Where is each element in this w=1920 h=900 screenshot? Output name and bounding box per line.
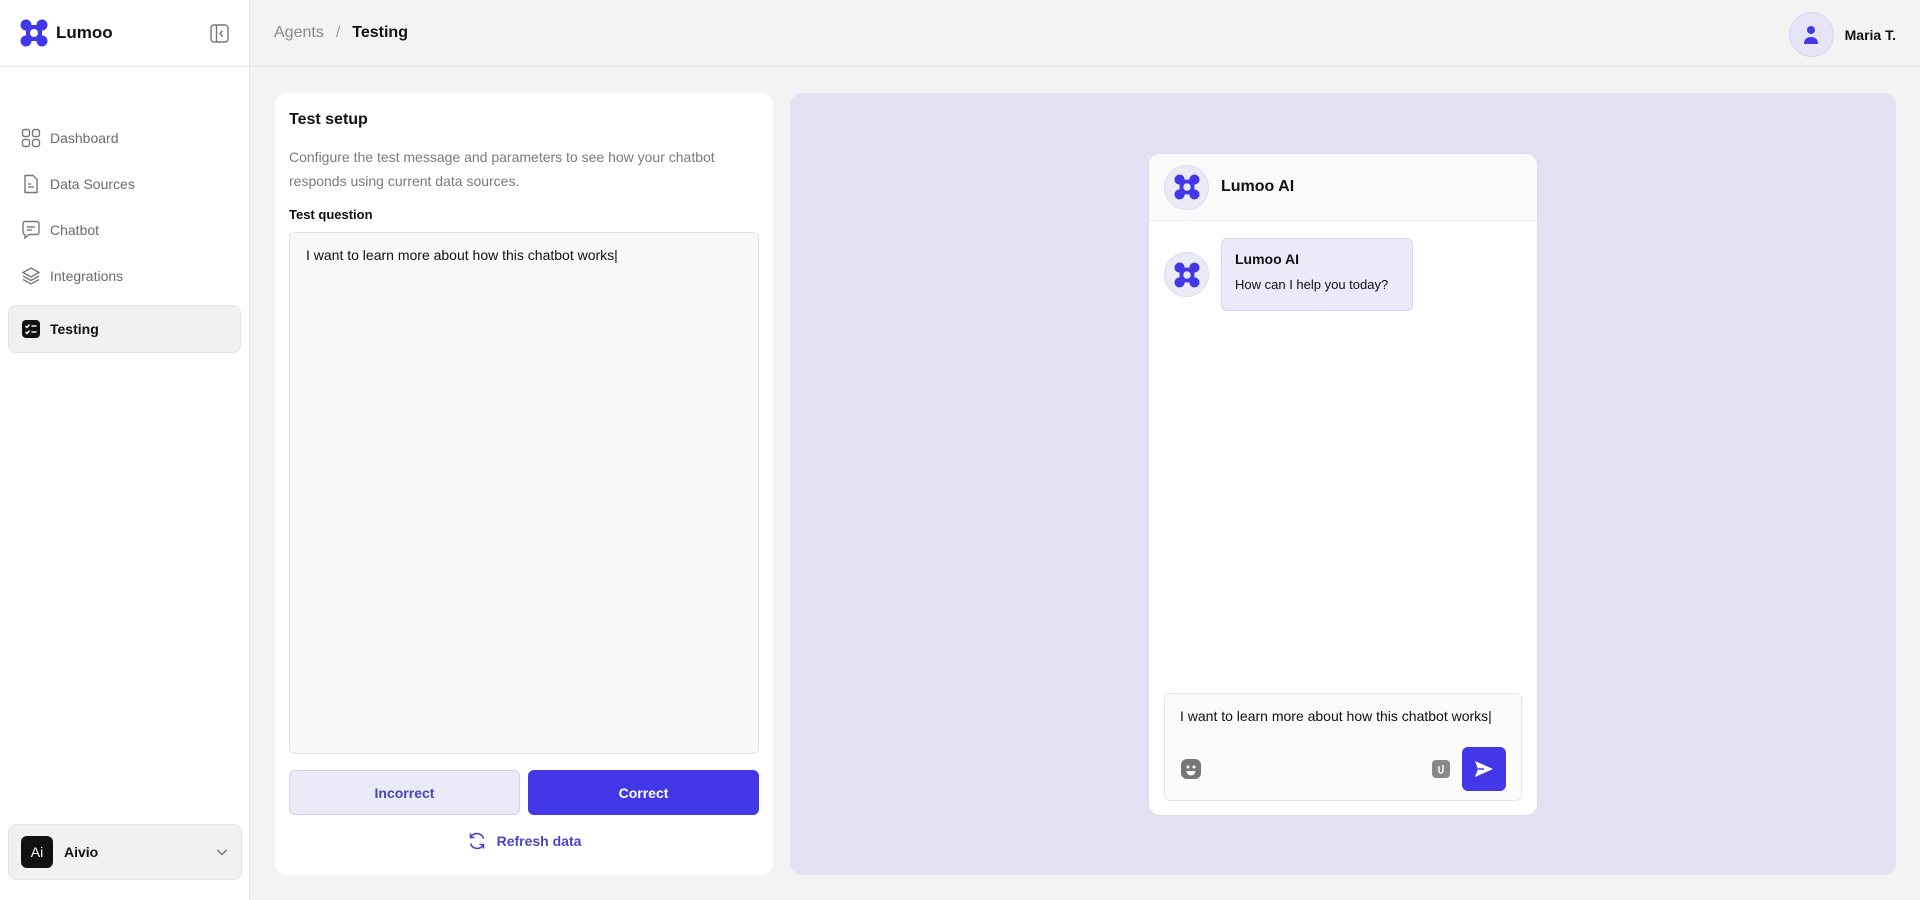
chat-header: Lumoo AI: [1149, 154, 1537, 221]
user-name: Maria T.: [1844, 26, 1896, 43]
message-bubble: Lumoo AI How can I help you today?: [1221, 238, 1413, 311]
sidebar-item-testing[interactable]: Testing: [8, 305, 241, 353]
chat-message-input[interactable]: I want to learn more about how this chat…: [1180, 708, 1506, 724]
workspace-name: Aivio: [64, 844, 99, 860]
user-menu[interactable]: Maria T.: [1788, 12, 1896, 57]
sidebar-item-label: Integrations: [50, 268, 124, 284]
testing-icon: [21, 319, 41, 339]
refresh-data-label: Refresh data: [496, 833, 582, 849]
chat-title: Lumoo AI: [1221, 178, 1295, 195]
chevron-down-icon: [215, 845, 229, 859]
brand: Lumoo: [0, 0, 249, 67]
setup-description: Configure the test message and parameter…: [289, 149, 715, 189]
sidebar-item-dashboard[interactable]: Dashboard: [8, 115, 241, 161]
sidebar-item-integrations[interactable]: Integrations: [8, 253, 241, 299]
chat-preview-area: Lumoo AI Lumoo AI How can I help you tod…: [790, 93, 1896, 875]
message-sender: Lumoo AI: [1235, 251, 1300, 267]
breadcrumb-parent[interactable]: Agents: [274, 24, 324, 42]
bot-avatar: [1164, 164, 1209, 210]
chat-widget: Lumoo AI Lumoo AI How can I help you tod…: [1148, 153, 1538, 816]
sidebar-item-chatbot[interactable]: Chatbot: [8, 207, 241, 253]
dashboard-icon: [21, 128, 41, 148]
brand-name: Lumoo: [56, 23, 113, 42]
test-question-input[interactable]: I want to learn more about how this chat…: [289, 232, 759, 754]
answer-actions: Incorrect Correct: [289, 770, 759, 815]
lumoo-logo-icon: [1173, 174, 1200, 200]
attachment-icon[interactable]: [1431, 759, 1451, 779]
emoji-icon[interactable]: [1180, 758, 1202, 780]
message-text: How can I help you today?: [1235, 277, 1389, 292]
refresh-data-button[interactable]: Refresh data: [289, 831, 759, 851]
workspace-avatar: Ai: [21, 836, 53, 868]
correct-button[interactable]: Correct: [528, 770, 759, 815]
sidebar-item-label: Dashboard: [50, 130, 119, 146]
sidebar-item-label: Data Sources: [50, 176, 135, 192]
sidebar: Lumoo Dashboard Data Sources Chatbot Int…: [0, 0, 250, 900]
workspace-switcher[interactable]: Ai Aivio: [8, 824, 242, 880]
breadcrumb-separator: /: [335, 24, 341, 41]
layers-icon: [21, 266, 41, 286]
sidebar-item-label: Testing: [50, 321, 99, 337]
avatar: [1788, 12, 1834, 57]
test-setup-panel: Test setup Configure the test message an…: [275, 93, 773, 875]
bot-avatar: [1164, 252, 1209, 297]
chat-composer[interactable]: I want to learn more about how this chat…: [1164, 693, 1522, 801]
sidebar-nav: Dashboard Data Sources Chatbot Integrati…: [0, 67, 249, 353]
test-question-label: Test question: [289, 207, 373, 222]
chat-message: Lumoo AI How can I help you today?: [1164, 238, 1413, 311]
user-icon: [1804, 25, 1819, 44]
lumoo-logo-icon: [20, 19, 48, 47]
sidebar-item-data-sources[interactable]: Data Sources: [8, 161, 241, 207]
refresh-icon: [469, 832, 484, 850]
lumoo-logo-icon: [1173, 261, 1200, 288]
collapse-sidebar-button[interactable]: [210, 24, 229, 43]
sidebar-item-label: Chatbot: [50, 222, 100, 238]
send-button[interactable]: [1462, 747, 1506, 791]
chatbot-icon: [21, 220, 41, 240]
breadcrumb-current: Testing: [352, 24, 408, 41]
setup-title: Test setup: [289, 111, 368, 128]
data-sources-icon: [21, 174, 41, 194]
incorrect-button[interactable]: Incorrect: [289, 770, 520, 815]
send-icon: [1475, 761, 1493, 777]
top-header: Agents / Testing Maria T.: [251, 0, 1920, 67]
